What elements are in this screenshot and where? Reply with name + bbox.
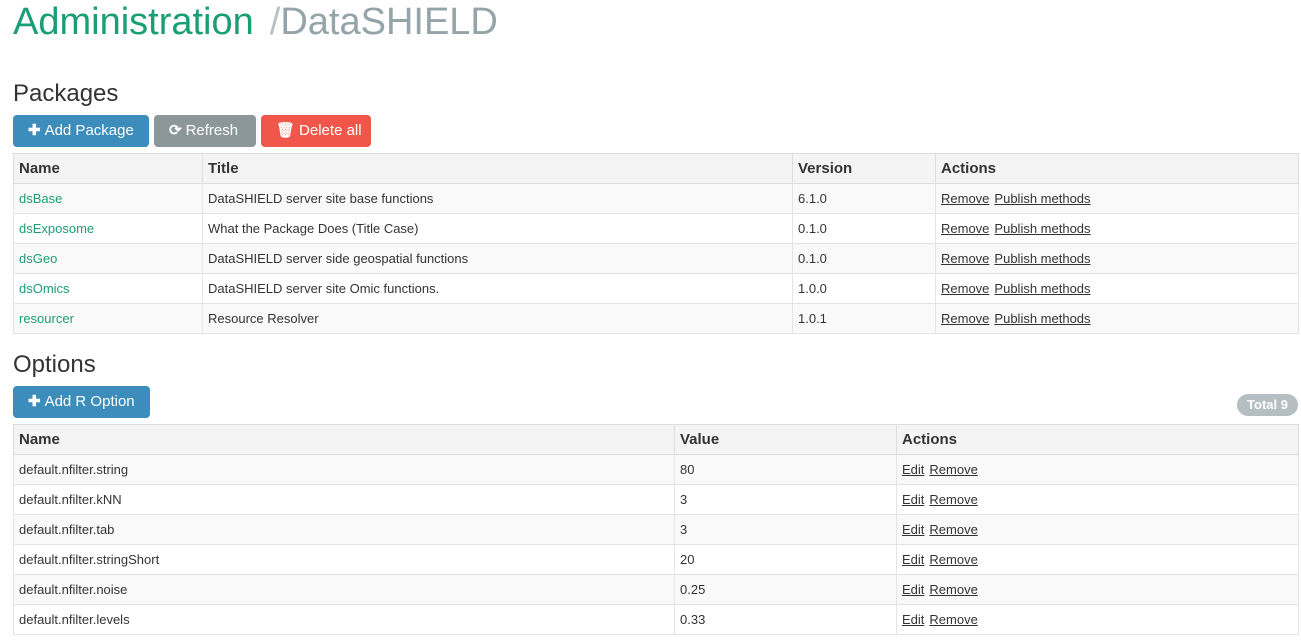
edit-option-link[interactable]: Edit <box>902 522 924 537</box>
package-version: 0.1.0 <box>792 243 936 274</box>
remove-package-link[interactable]: Remove <box>941 191 989 206</box>
remove-option-link[interactable]: Remove <box>929 552 977 567</box>
add-package-label: Add Package <box>44 122 134 139</box>
add-r-option-label: Add R Option <box>44 393 135 410</box>
package-name-link[interactable]: dsGeo <box>19 251 57 266</box>
option-value: 80 <box>674 454 897 485</box>
edit-option-link[interactable]: Edit <box>902 462 924 477</box>
table-row: dsExposome What the Package Does (Title … <box>13 213 1299 244</box>
table-row: default.nfilter.kNN 3 Edit Remove <box>13 484 1299 515</box>
edit-option-link[interactable]: Edit <box>902 492 924 507</box>
table-row: dsBase DataSHIELD server site base funct… <box>13 183 1299 214</box>
remove-package-link[interactable]: Remove <box>941 281 989 296</box>
packages-table: Name Title Version Actions dsBase DataSH… <box>13 153 1299 334</box>
breadcrumb-separator: / <box>269 1 281 43</box>
table-row: default.nfilter.levels 0.33 Edit Remove <box>13 604 1299 635</box>
package-title: Resource Resolver <box>202 303 793 334</box>
trash-icon: 🗑 <box>276 122 296 139</box>
package-version: 1.0.1 <box>792 303 936 334</box>
option-name: default.nfilter.noise <box>13 574 675 605</box>
package-version: 1.0.0 <box>792 273 936 304</box>
packages-heading: Packages <box>13 80 119 107</box>
delete-all-button[interactable]: 🗑 Delete all <box>261 115 371 147</box>
refresh-label: Refresh <box>185 122 239 139</box>
breadcrumb-current: DataSHIELD <box>280 1 498 43</box>
table-row: resourcer Resource Resolver 1.0.1 Remove… <box>13 303 1299 334</box>
remove-package-link[interactable]: Remove <box>941 251 989 266</box>
option-name: default.nfilter.tab <box>13 514 675 545</box>
package-title: What the Package Does (Title Case) <box>202 213 793 244</box>
edit-option-link[interactable]: Edit <box>902 582 924 597</box>
package-title: DataSHIELD server site Omic functions. <box>202 273 793 304</box>
table-row: default.nfilter.stringShort 20 Edit Remov… <box>13 544 1299 575</box>
edit-option-link[interactable]: Edit <box>902 612 924 627</box>
package-version: 0.1.0 <box>792 213 936 244</box>
option-value: 0.25 <box>674 574 897 605</box>
column-header-actions: Actions <box>896 424 1299 455</box>
plus-icon: ✚ <box>28 393 41 410</box>
remove-option-link[interactable]: Remove <box>929 612 977 627</box>
remove-option-link[interactable]: Remove <box>929 492 977 507</box>
refresh-button[interactable]: ⟳ Refresh <box>154 115 256 147</box>
option-value: 3 <box>674 484 897 515</box>
table-row: default.nfilter.string 80 Edit Remove <box>13 454 1299 485</box>
column-header-name[interactable]: Name <box>13 153 203 184</box>
publish-methods-link[interactable]: Publish methods <box>994 251 1090 266</box>
options-heading: Options <box>13 351 96 378</box>
option-value: 0.33 <box>674 604 897 635</box>
option-name: default.nfilter.stringShort <box>13 544 675 575</box>
add-r-option-button[interactable]: ✚ Add R Option <box>13 386 150 418</box>
package-name-link[interactable]: dsOmics <box>19 281 70 296</box>
table-row: default.nfilter.tab 3 Edit Remove <box>13 514 1299 545</box>
refresh-icon: ⟳ <box>169 122 182 139</box>
table-row: dsGeo DataSHIELD server side geospatial … <box>13 243 1299 274</box>
options-header-row: Name Value Actions <box>13 424 1299 455</box>
options-table: Name Value Actions default.nfilter.strin… <box>13 424 1299 635</box>
total-count-badge: Total 9 <box>1237 394 1298 416</box>
edit-option-link[interactable]: Edit <box>902 552 924 567</box>
option-name: default.nfilter.kNN <box>13 484 675 515</box>
package-version: 6.1.0 <box>792 183 936 214</box>
remove-package-link[interactable]: Remove <box>941 311 989 326</box>
page: Administration/DataSHIELD Packages ✚ Add … <box>0 0 1301 640</box>
option-value: 3 <box>674 514 897 545</box>
column-header-name[interactable]: Name <box>13 424 675 455</box>
column-header-actions: Actions <box>935 153 1299 184</box>
column-header-value[interactable]: Value <box>674 424 897 455</box>
package-name-link[interactable]: resourcer <box>19 311 74 326</box>
publish-methods-link[interactable]: Publish methods <box>994 191 1090 206</box>
add-package-button[interactable]: ✚ Add Package <box>13 115 149 147</box>
remove-package-link[interactable]: Remove <box>941 221 989 236</box>
option-value: 20 <box>674 544 897 575</box>
option-name: default.nfilter.string <box>13 454 675 485</box>
column-header-version[interactable]: Version <box>792 153 936 184</box>
remove-option-link[interactable]: Remove <box>929 462 977 477</box>
publish-methods-link[interactable]: Publish methods <box>994 281 1090 296</box>
publish-methods-link[interactable]: Publish methods <box>994 311 1090 326</box>
table-row: default.nfilter.noise 0.25 Edit Remove <box>13 574 1299 605</box>
remove-option-link[interactable]: Remove <box>929 522 977 537</box>
remove-option-link[interactable]: Remove <box>929 582 977 597</box>
package-title: DataSHIELD server side geospatial functi… <box>202 243 793 274</box>
package-title: DataSHIELD server site base functions <box>202 183 793 214</box>
option-name: default.nfilter.levels <box>13 604 675 635</box>
package-name-link[interactable]: dsBase <box>19 191 62 206</box>
page-title: Administration <box>13 1 254 43</box>
plus-icon: ✚ <box>28 122 41 139</box>
page-header: Administration /DataSHIELD <box>13 0 498 44</box>
packages-header-row: Name Title Version Actions <box>13 153 1299 184</box>
delete-all-label: Delete all <box>299 122 362 139</box>
publish-methods-link[interactable]: Publish methods <box>994 221 1090 236</box>
package-name-link[interactable]: dsExposome <box>19 221 94 236</box>
table-row: dsOmics DataSHIELD server site Omic func… <box>13 273 1299 304</box>
column-header-title[interactable]: Title <box>202 153 793 184</box>
